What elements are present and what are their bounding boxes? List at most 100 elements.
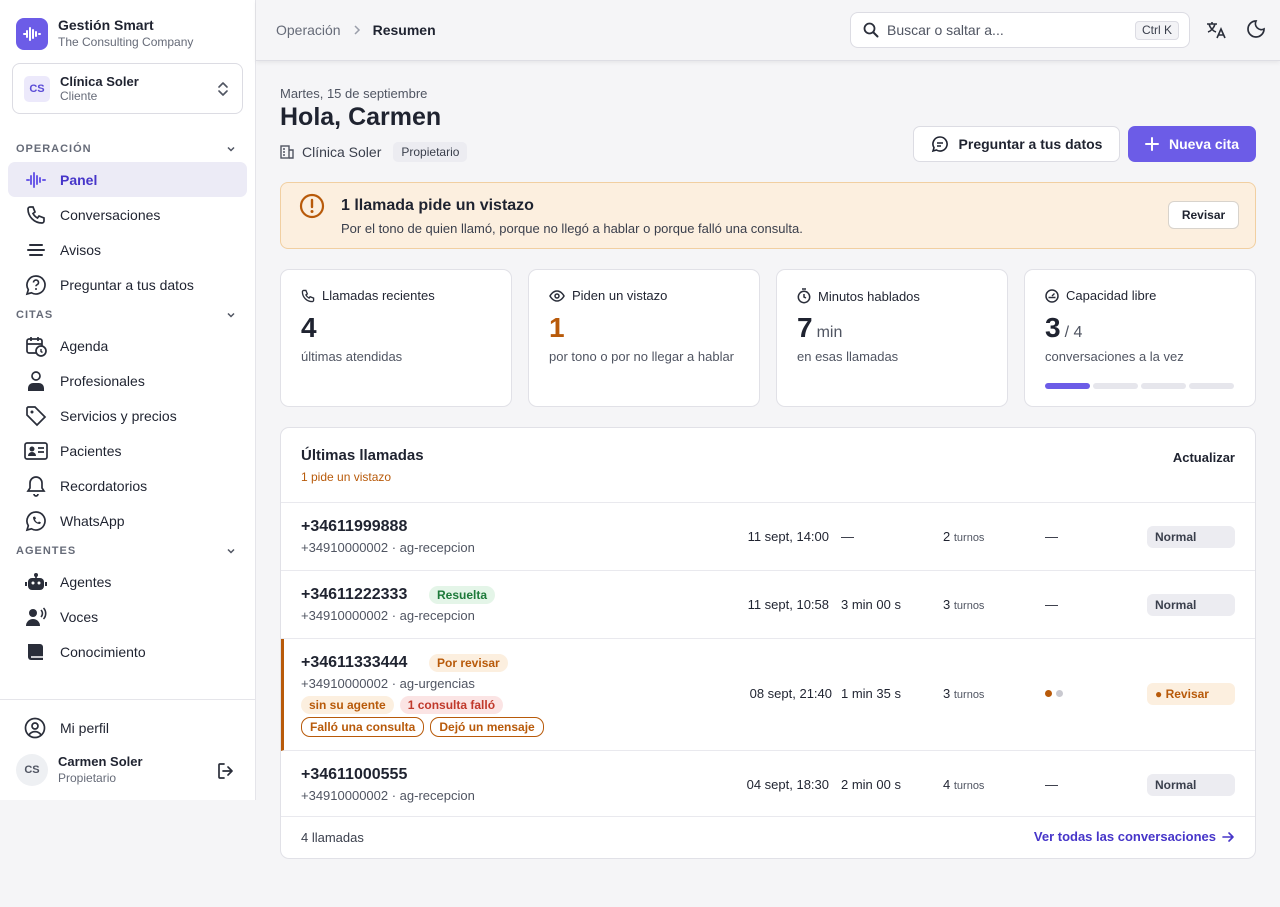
client-badge: CS: [24, 75, 50, 102]
turns-count: 4: [943, 777, 951, 792]
call-turns: 3 turnos: [943, 597, 984, 612]
table-row[interactable]: +34611222333 Resuelta +34910000002 · ag-…: [281, 571, 1255, 639]
sidebar-item-agenda[interactable]: Agenda: [8, 328, 247, 363]
sidebar-item-conocimiento[interactable]: Conocimiento: [8, 634, 247, 669]
chevron-up-down-icon: [216, 81, 230, 97]
profile-link-label: Mi perfil: [60, 720, 110, 736]
timer-icon: [797, 288, 811, 304]
stat-description: conversaciones a la vez: [1045, 349, 1184, 364]
sidebar-item-conversaciones[interactable]: Conversaciones: [8, 197, 247, 232]
profile-link[interactable]: Mi perfil: [24, 717, 109, 739]
list-icon: [24, 241, 48, 259]
turns-label: turnos: [953, 600, 985, 612]
calls-footer: 4 llamadas Ver todas las conversaciones: [281, 817, 1255, 858]
chat-icon: [931, 135, 949, 153]
sidebar-item-recordatorios[interactable]: Recordatorios: [8, 468, 247, 503]
logout-icon[interactable]: [216, 761, 236, 781]
sidebar-item-profesionales[interactable]: Profesionales: [8, 363, 247, 398]
turns-label: turnos: [953, 689, 985, 701]
brand-logo-icon: [16, 17, 48, 50]
top-bar: Operación Resumen Ctrl K: [256, 0, 1280, 61]
review-tag: Por revisar: [429, 654, 508, 672]
nav-group-operacion[interactable]: OPERACIÓN: [0, 136, 255, 162]
stat-description: en esas llamadas: [797, 349, 899, 364]
mood-dot: [1045, 690, 1052, 697]
org-name: Clínica Soler: [302, 144, 382, 160]
sidebar-item-pacientes[interactable]: Pacientes: [8, 433, 247, 468]
sidebar-item-label: Servicios y precios: [60, 407, 177, 424]
breadcrumb-item[interactable]: Operación: [276, 22, 341, 38]
sidebar-item-label: Recordatorios: [60, 477, 148, 494]
stat-card-minutes: Minutos hablados 7 min en esas llamadas: [776, 269, 1008, 407]
sidebar-nav: OPERACIÓN Panel Conversaciones Avisos Pr…: [0, 136, 255, 699]
brand-company: The Consulting Company: [58, 35, 194, 49]
status-label: Revisar: [1165, 687, 1209, 701]
translate-icon[interactable]: [1206, 20, 1226, 40]
sidebar-item-agentes[interactable]: Agentes: [8, 564, 247, 599]
doctor-icon: [24, 370, 48, 392]
sidebar-item-servicios[interactable]: Servicios y precios: [8, 398, 247, 433]
building-icon: [280, 145, 294, 159]
stat-value: 4: [301, 312, 317, 344]
call-turns: 4 turnos: [943, 777, 984, 792]
brand[interactable]: Gestión Smart The Consulting Company: [16, 17, 193, 50]
sidebar-item-preguntar[interactable]: Preguntar a tus datos: [8, 267, 247, 302]
table-row[interactable]: +34611000555 +34910000002 · ag-recepcion…: [281, 751, 1255, 817]
table-row[interactable]: +34611333444 Por revisar +34910000002 · …: [281, 639, 1255, 751]
sidebar-item-voces[interactable]: Voces: [8, 599, 247, 634]
sidebar-item-avisos[interactable]: Avisos: [8, 232, 247, 267]
nav-group-agentes[interactable]: AGENTES: [0, 538, 255, 564]
capacity-bar: [1045, 383, 1234, 389]
call-turns: 3 turnos: [943, 686, 984, 701]
stat-description: últimas atendidas: [301, 349, 403, 364]
table-row[interactable]: +34611999888 +34910000002 · ag-recepcion…: [281, 503, 1255, 571]
nav-group-citas[interactable]: CITAS: [0, 302, 255, 328]
stats-row: Llamadas recientes 4 últimas atendidas P…: [280, 269, 1256, 407]
call-date: 08 sept, 21:40: [749, 686, 832, 701]
sidebar-item-panel[interactable]: Panel: [8, 162, 247, 197]
user-name: Carmen Soler: [58, 754, 143, 769]
current-date: Martes, 15 de septiembre: [280, 86, 428, 101]
stat-description: por tono o por no llegar a hablar: [549, 349, 735, 364]
call-line-agent: +34910000002 · ag-urgencias: [301, 676, 475, 691]
dark-mode-icon[interactable]: [1247, 20, 1265, 38]
alert-title: 1 llamada pide un vistazo: [341, 197, 534, 214]
sidebar-item-whatsapp[interactable]: WhatsApp: [8, 503, 247, 538]
sidebar-item-label: Avisos: [60, 241, 101, 258]
call-mood: —: [1045, 777, 1058, 792]
robot-icon: [24, 571, 48, 593]
sidebar-item-label: Profesionales: [60, 372, 145, 389]
call-line-agent: +34910000002 · ag-recepcion: [301, 608, 475, 623]
status-badge: ● Revisar: [1147, 683, 1235, 705]
ask-data-button[interactable]: Preguntar a tus datos: [913, 126, 1120, 162]
caller-number: +34611333444: [301, 654, 408, 671]
bell-icon: [24, 475, 48, 497]
client-name: Clínica Soler: [60, 73, 139, 89]
review-button[interactable]: Revisar: [1168, 201, 1239, 229]
client-switcher[interactable]: CS Clínica Soler Cliente: [12, 63, 243, 114]
nav-group-label: AGENTES: [16, 545, 77, 557]
issue-chips: sin su agente 1 consulta falló: [301, 696, 504, 714]
stat-label: Llamadas recientes: [301, 288, 435, 303]
new-appointment-button[interactable]: Nueva cita: [1128, 126, 1256, 162]
avatar: CS: [16, 754, 48, 786]
gauge-icon: [1045, 288, 1059, 303]
search-input[interactable]: [887, 22, 1117, 38]
stat-value: 3/ 4: [1045, 312, 1082, 344]
resolved-tag: Resuelta: [429, 586, 496, 604]
view-all-link[interactable]: Ver todas las conversaciones: [1034, 829, 1235, 844]
mood-dot: [1056, 690, 1063, 697]
sidebar-item-label: Preguntar a tus datos: [60, 276, 194, 293]
breadcrumb-current: Resumen: [372, 22, 436, 38]
user-role: Propietario: [58, 771, 117, 785]
stat-unit: min: [816, 324, 843, 341]
issue-chip: sin su agente: [301, 696, 394, 714]
stat-card-capacity: Capacidad libre 3/ 4 conversaciones a la…: [1024, 269, 1256, 407]
turns-label: turnos: [953, 780, 985, 792]
refresh-button[interactable]: Actualizar: [1173, 450, 1235, 465]
status-badge: Normal: [1147, 774, 1235, 796]
call-mood: —: [1045, 597, 1058, 612]
search-box[interactable]: Ctrl K: [850, 12, 1190, 48]
recent-calls-panel: Últimas llamadas 1 pide un vistazo Actua…: [280, 427, 1256, 859]
stat-value: 7 min: [797, 312, 842, 344]
